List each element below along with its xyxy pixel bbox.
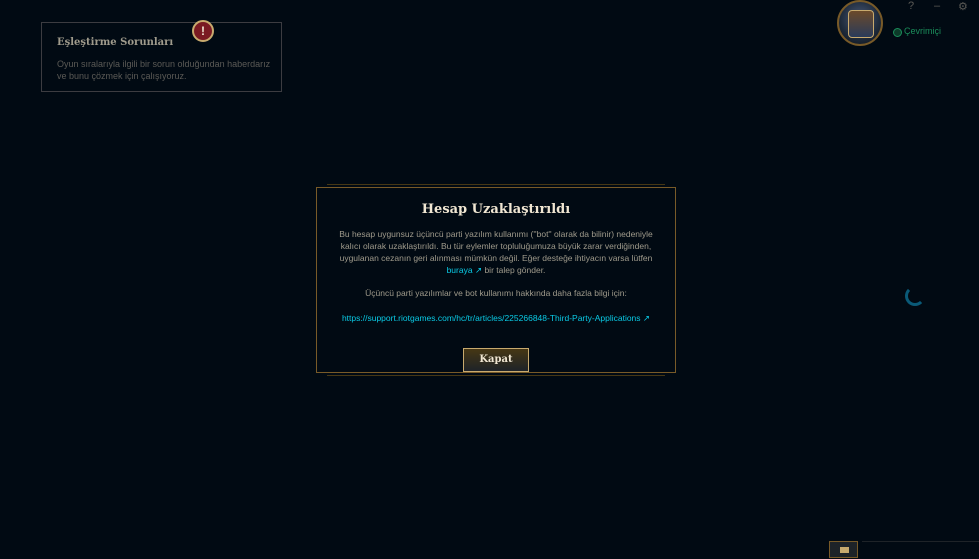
dialog-message: Bu hesap uygunsuz üçüncü parti yazılım k…: [335, 228, 657, 276]
chat-button[interactable]: [829, 541, 858, 558]
online-status-text[interactable]: Çevrimiçi: [904, 26, 941, 36]
minimize-icon[interactable]: –: [934, 0, 940, 12]
notice-body: Oyun sıralarıyla ilgili bir sorun olduğu…: [57, 59, 271, 81]
message-text: Bu hesap uygunsuz üçüncü parti yazılım k…: [339, 229, 653, 263]
support-article-link[interactable]: https://support.riotgames.com/hc/tr/arti…: [335, 312, 657, 324]
profile-avatar[interactable]: [837, 0, 883, 46]
close-button[interactable]: Kapat: [463, 348, 529, 372]
external-link-icon: ↗: [642, 313, 651, 323]
loading-spinner-icon: [905, 286, 925, 306]
profile-icon: [848, 10, 874, 38]
chat-icon: [840, 547, 849, 553]
message-text-end: bir talep gönder.: [484, 265, 546, 275]
online-status-icon: [893, 28, 902, 37]
settings-icon[interactable]: ⚙: [958, 0, 968, 13]
support-link[interactable]: buraya ↗: [447, 265, 483, 275]
dialog-title: Hesap Uzaklaştırıldı: [421, 202, 571, 217]
external-link-icon: ↗: [474, 265, 483, 275]
alert-icon: !: [192, 20, 214, 42]
account-banned-dialog: Hesap Uzaklaştırıldı Bu hesap uygunsuz ü…: [316, 184, 676, 376]
matchmaking-issue-notice[interactable]: ! Eşleştirme Sorunları Oyun sıralarıyla …: [41, 20, 282, 92]
more-info-text: Üçüncü parti yazılımlar ve bot kullanımı…: [365, 288, 627, 298]
notice-title: Eşleştirme Sorunları: [57, 37, 174, 48]
social-bar[interactable]: [862, 541, 979, 559]
help-icon[interactable]: ?: [908, 0, 914, 12]
